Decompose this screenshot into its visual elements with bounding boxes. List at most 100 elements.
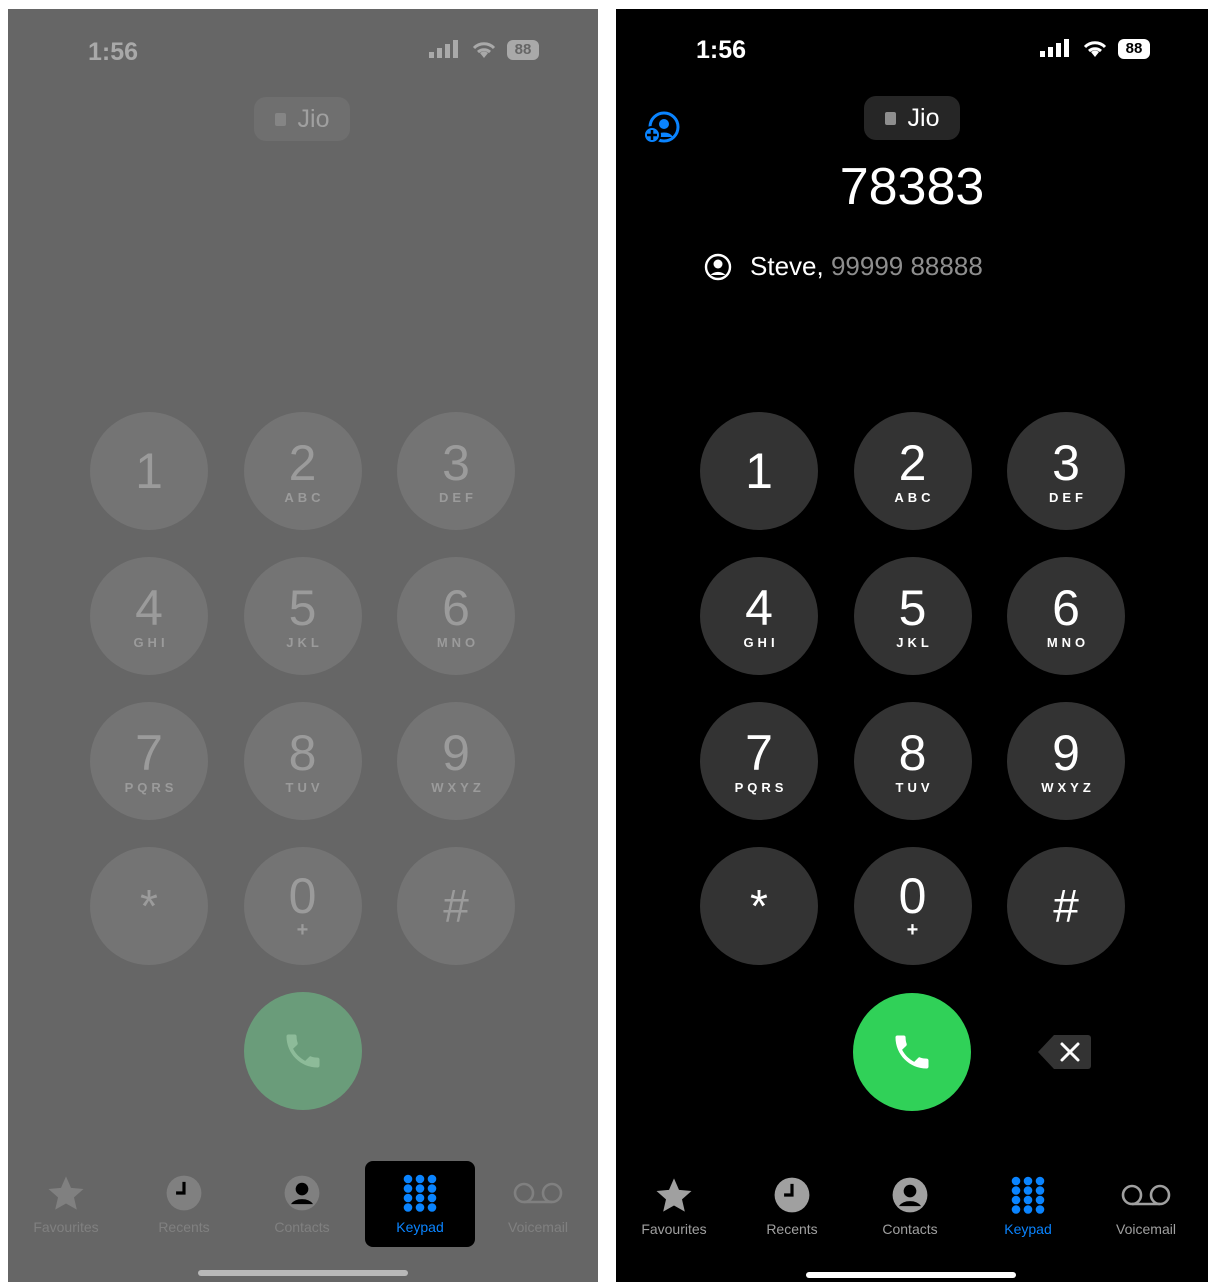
key-digit: 0	[288, 867, 317, 924]
carrier-label: Jio	[297, 104, 330, 133]
wifi-icon	[1083, 41, 1107, 57]
key-letters: TUV	[895, 779, 934, 795]
key-4[interactable]: 4 GHI	[700, 557, 818, 675]
key-8[interactable]: 8 TUV	[243, 702, 362, 820]
tab-keypad[interactable]: Keypad	[365, 1161, 475, 1247]
battery-indicator: 88	[507, 40, 539, 60]
key-digit: 0	[898, 867, 927, 924]
cellular-signal-icon	[1040, 39, 1069, 57]
tab-recents[interactable]: Recents	[129, 1161, 239, 1247]
tab-contacts[interactable]: Contacts	[247, 1161, 357, 1247]
star-icon	[46, 1173, 86, 1213]
key-digit: 4	[135, 579, 163, 636]
key-digit: 4	[745, 579, 773, 636]
key-0[interactable]: 0 +	[243, 847, 362, 965]
key-4[interactable]: 4 GHI	[90, 557, 208, 675]
tab-label: Recents	[766, 1221, 818, 1237]
call-button[interactable]	[853, 993, 971, 1111]
cellular-signal-icon	[429, 40, 458, 58]
key-digit: 9	[1052, 724, 1080, 781]
key-digit: 2	[288, 434, 317, 491]
tab-bar: Favourites Recents Contacts Keypad Voicemail	[8, 1161, 598, 1251]
star-icon	[654, 1175, 694, 1215]
tab-voicemail[interactable]: Voicemail	[1091, 1163, 1201, 1249]
key-digit: 5	[288, 579, 317, 636]
tab-label: Contacts	[274, 1219, 330, 1235]
clock-icon	[165, 1173, 203, 1213]
key-letters: PQRS	[124, 779, 178, 795]
tab-favourites[interactable]: Favourites	[11, 1161, 121, 1247]
phone-screen: 1:56 88 Jio 78383 Steve, 99999 88888 1 2…	[616, 9, 1208, 1282]
key-digit: 5	[898, 579, 927, 636]
key-hash[interactable]: #	[397, 847, 515, 965]
key-1[interactable]: 1	[700, 412, 818, 530]
key-0[interactable]: 0 +	[853, 847, 972, 965]
key-digit: 7	[745, 724, 773, 781]
person-circle-icon	[704, 253, 732, 280]
tab-voicemail[interactable]: Voicemail	[483, 1161, 593, 1247]
key-digit: 8	[898, 724, 927, 781]
key-2[interactable]: 2 ABC	[243, 412, 362, 530]
key-9[interactable]: 9 WXYZ	[1007, 702, 1125, 820]
key-digit: 3	[1052, 434, 1080, 491]
tab-keypad[interactable]: Keypad	[973, 1163, 1083, 1249]
key-3[interactable]: 3 DEF	[397, 412, 515, 530]
carrier-selector[interactable]: Jio	[254, 97, 350, 141]
tab-label: Voicemail	[1116, 1221, 1176, 1237]
key-7[interactable]: 7 PQRS	[700, 702, 818, 820]
person-circle-icon	[891, 1175, 929, 1215]
clock-icon	[773, 1175, 811, 1215]
key-digit: *	[750, 880, 768, 932]
key-2[interactable]: 2 ABC	[853, 412, 972, 530]
delete-backspace-icon[interactable]	[1036, 1033, 1092, 1071]
key-6[interactable]: 6 MNO	[1007, 557, 1125, 675]
key-hash[interactable]: #	[1007, 847, 1125, 965]
keypad-grid-icon	[1009, 1175, 1047, 1215]
suggestion-number: 99999 88888	[830, 251, 983, 281]
key-digit: #	[1053, 880, 1079, 932]
key-digit: 6	[1052, 579, 1080, 636]
call-button[interactable]	[244, 992, 362, 1110]
voicemail-icon	[1120, 1175, 1172, 1215]
key-digit: 6	[442, 579, 470, 636]
status-time: 1:56	[696, 36, 747, 64]
key-8[interactable]: 8 TUV	[853, 702, 972, 820]
tab-favourites[interactable]: Favourites	[619, 1163, 729, 1249]
key-letters: DEF	[439, 489, 477, 505]
tab-label: Favourites	[641, 1221, 707, 1237]
sim-card-icon	[274, 112, 286, 126]
key-digit: 1	[745, 443, 773, 499]
add-contact-icon[interactable]	[642, 109, 682, 149]
person-circle-icon	[283, 1173, 321, 1213]
key-letters: JKL	[896, 634, 933, 650]
key-1[interactable]: 1	[90, 412, 208, 530]
sim-card-icon	[884, 111, 896, 125]
phone-handset-icon	[895, 1035, 929, 1069]
key-letters: WXYZ	[1041, 779, 1095, 795]
phone-handset-icon	[286, 1034, 320, 1068]
key-3[interactable]: 3 DEF	[1007, 412, 1125, 530]
key-letters: +	[296, 918, 309, 941]
contact-suggestion[interactable]: Steve, 99999 88888	[704, 251, 983, 282]
carrier-label: Jio	[907, 103, 940, 132]
key-star[interactable]: *	[700, 847, 818, 965]
key-5[interactable]: 5 JKL	[853, 557, 972, 675]
key-letters: +	[906, 918, 919, 941]
tab-label: Favourites	[33, 1219, 99, 1235]
key-letters: ABC	[894, 489, 935, 505]
tab-recents[interactable]: Recents	[737, 1163, 847, 1249]
tab-label: Voicemail	[508, 1219, 568, 1235]
home-indicator	[198, 1270, 408, 1276]
key-letters: DEF	[1049, 489, 1087, 505]
tab-contacts[interactable]: Contacts	[855, 1163, 965, 1249]
key-9[interactable]: 9 WXYZ	[397, 702, 515, 820]
key-7[interactable]: 7 PQRS	[90, 702, 208, 820]
carrier-selector[interactable]: Jio	[864, 96, 960, 140]
key-star[interactable]: *	[90, 847, 208, 965]
dimmed-phone-screen: 1:56 88 Jio 1 2 ABC 3 DEF 4 GHI 5 JKL 6 MNO 7 PQRS 8 T…	[8, 9, 598, 1282]
key-letters: GHI	[743, 634, 779, 650]
key-5[interactable]: 5 JKL	[243, 557, 362, 675]
key-digit: 7	[135, 724, 163, 781]
key-6[interactable]: 6 MNO	[397, 557, 515, 675]
key-letters: MNO	[1046, 634, 1090, 650]
